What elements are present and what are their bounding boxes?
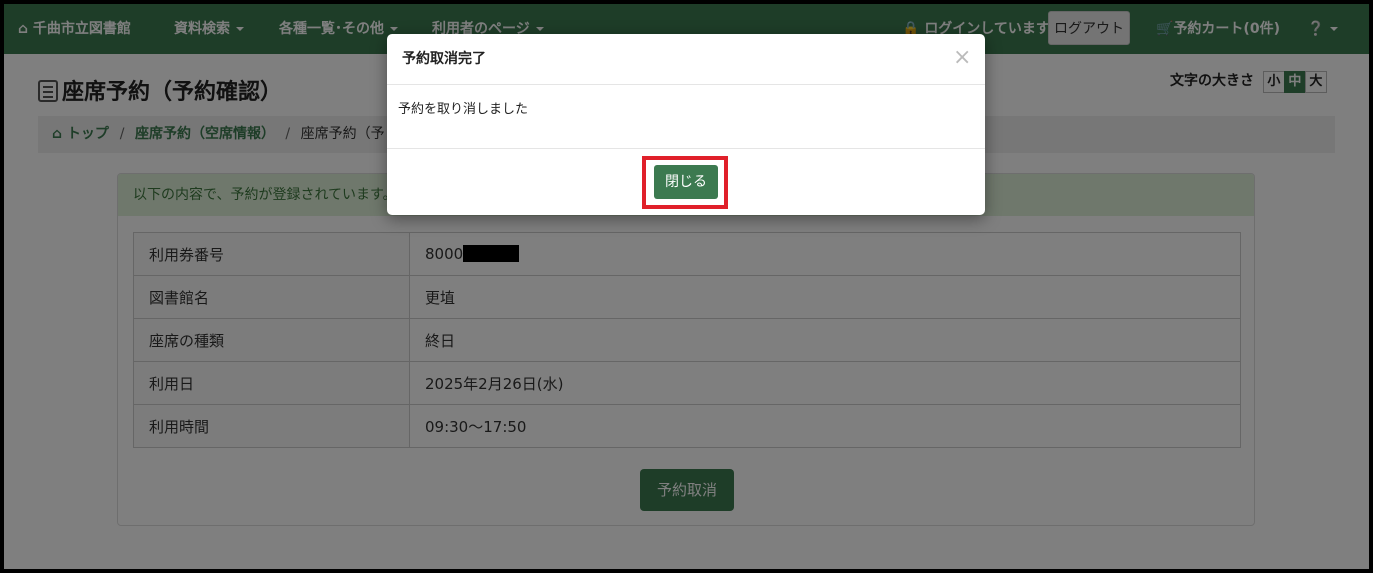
dialog-footer: 閉じる <box>387 148 985 216</box>
dialog-header: 予約取消完了 × <box>387 34 985 85</box>
cancel-complete-dialog: 予約取消完了 × 予約を取り消しました 閉じる <box>387 34 985 215</box>
dialog-message: 予約を取り消しました <box>398 102 529 117</box>
close-icon[interactable]: × <box>953 46 971 70</box>
dialog-title: 予約取消完了 <box>402 51 486 67</box>
close-button[interactable]: 閉じる <box>654 165 718 199</box>
browser-frame: ⌂ 千曲市立図書館 資料検索 各種一覧･その他 利用者のページ 🔒 ログインして… <box>4 4 1369 569</box>
